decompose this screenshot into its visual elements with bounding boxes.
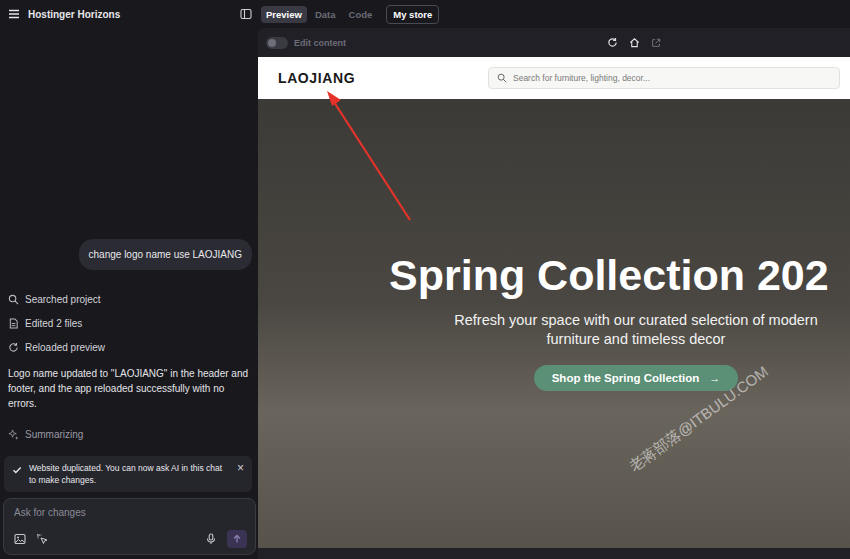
main-area: PreviewDataCode My store Edit content LAOJI… bbox=[258, 0, 850, 559]
send-button[interactable] bbox=[227, 530, 247, 548]
site-search[interactable]: Search for furniture, lighting, decor... bbox=[488, 67, 840, 89]
image-icon[interactable] bbox=[14, 533, 26, 545]
assistant-reply: Logo name updated to "LAOJIANG" in the h… bbox=[8, 366, 252, 411]
preview-frame: Edit content LAOJIANGSearch for furniture… bbox=[258, 28, 850, 559]
hero-banner: Spring Collection 202 Refresh your space … bbox=[258, 99, 850, 548]
hero-subtitle: Refresh your space with our curated sele… bbox=[436, 311, 836, 349]
toast-close-button[interactable]: × bbox=[237, 462, 244, 474]
menu-icon[interactable] bbox=[8, 8, 20, 20]
watermark: 老蒋部落@ITBULU.COM bbox=[625, 363, 772, 477]
external-link-icon[interactable] bbox=[651, 38, 661, 48]
home-icon[interactable] bbox=[629, 37, 640, 48]
tab[interactable]: Code bbox=[344, 6, 378, 23]
search-icon bbox=[8, 294, 19, 305]
arrow-up-icon bbox=[232, 534, 242, 544]
app-title: Hostinger Horizons bbox=[28, 9, 232, 20]
refresh-icon[interactable] bbox=[607, 37, 618, 48]
composer bbox=[3, 498, 256, 555]
my-store-button[interactable]: My store bbox=[386, 5, 439, 24]
cursor-select-icon[interactable] bbox=[36, 533, 48, 545]
sparkle-icon bbox=[8, 429, 19, 440]
tab[interactable]: Data bbox=[310, 6, 341, 23]
panel-toggle-icon[interactable] bbox=[240, 8, 252, 20]
search-icon bbox=[497, 73, 507, 83]
step-item: Reloaded preview bbox=[8, 340, 252, 354]
toast: Website duplicated. You can now ask AI i… bbox=[4, 456, 252, 492]
red-arrow-annotation bbox=[0, 0, 850, 559]
chat-thread: change logo name use LAOJIANG Searched pr… bbox=[0, 28, 258, 492]
site-header: LAOJIANGSearch for furniture, lighting, … bbox=[258, 57, 850, 99]
check-icon bbox=[12, 465, 22, 475]
hero-title: Spring Collection 202 bbox=[389, 253, 829, 297]
shop-button[interactable]: Shop the Spring Collection→ bbox=[534, 365, 739, 391]
edit-toggle[interactable] bbox=[266, 37, 288, 49]
reload-icon bbox=[8, 342, 19, 353]
preview-toolbar: Edit content bbox=[258, 28, 850, 57]
edit-content-label: Edit content bbox=[294, 38, 346, 48]
chat-sidebar: Hostinger Horizons change logo name use L… bbox=[0, 0, 258, 559]
microphone-icon[interactable] bbox=[205, 533, 217, 545]
status-line: Summarizing bbox=[8, 429, 252, 440]
sidebar-header: Hostinger Horizons bbox=[0, 0, 258, 28]
app-window: Hostinger Horizons change logo name use L… bbox=[0, 0, 850, 559]
step-item: Searched project bbox=[8, 292, 252, 306]
tab-bar: PreviewDataCode My store bbox=[258, 0, 850, 28]
user-message: change logo name use LAOJIANG bbox=[79, 239, 252, 270]
website: LAOJIANGSearch for furniture, lighting, … bbox=[258, 57, 850, 548]
message-input[interactable] bbox=[14, 507, 247, 518]
tab[interactable]: Preview bbox=[261, 6, 307, 23]
site-logo[interactable]: LAOJIANG bbox=[278, 70, 488, 86]
file-icon bbox=[8, 318, 19, 329]
step-item: Edited 2 files bbox=[8, 316, 252, 330]
